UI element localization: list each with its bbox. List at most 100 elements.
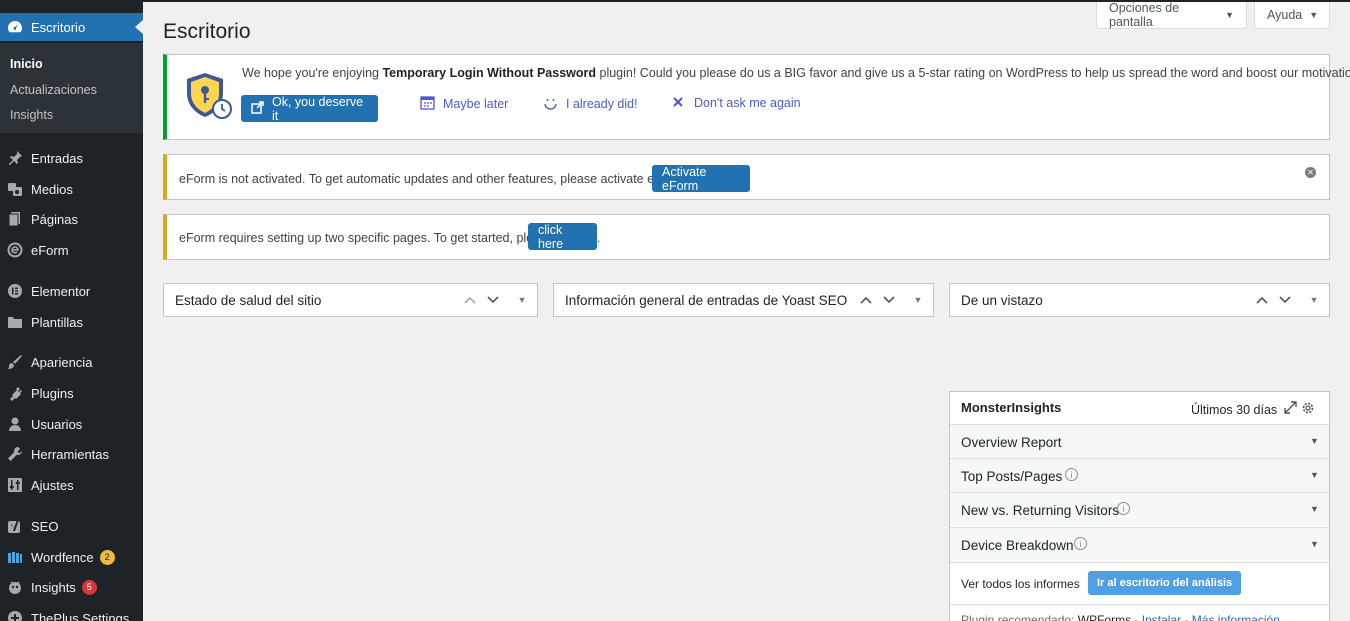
sidebar-item-eform[interactable]: eForm <box>0 235 143 265</box>
already-did-link[interactable]: I already did! <box>542 95 638 113</box>
move-down-icon[interactable] <box>485 292 501 308</box>
toggle-panel-icon[interactable]: ▼ <box>910 292 926 308</box>
move-up-icon[interactable] <box>1254 292 1270 308</box>
move-down-icon[interactable] <box>1277 292 1293 308</box>
expand-icon[interactable] <box>1284 401 1297 417</box>
sidebar-item-herramientas[interactable]: Herramientas <box>0 439 143 469</box>
dont-ask-again-link[interactable]: Don't ask me again <box>670 95 801 111</box>
folder-icon <box>7 314 23 330</box>
calendar-icon <box>419 95 435 113</box>
sidebar-item-plantillas[interactable]: Plantillas <box>0 307 143 337</box>
more-info-link[interactable]: Más información <box>1192 613 1280 621</box>
info-icon[interactable]: i <box>1117 502 1130 515</box>
reco-plugin-name: WPForms <box>1077 613 1132 621</box>
sidebar-item-label: Elementor <box>31 283 91 299</box>
insights-count-badge: 5 <box>81 579 97 595</box>
insights-icon <box>7 579 23 595</box>
move-up-icon[interactable] <box>858 292 874 308</box>
report-row-new-returning[interactable]: New vs. Returning Visitors i ▼ <box>950 492 1329 526</box>
postbox-title: Información general de entradas de Yoast… <box>565 293 848 308</box>
page-title: Escritorio <box>163 20 251 43</box>
eform-pages-text: eForm requires setting up two specific p… <box>179 231 554 245</box>
sidebar-item-dashboard[interactable]: Escritorio <box>0 13 143 41</box>
dismiss-notice-icon[interactable]: ✕ <box>1305 167 1316 178</box>
notice-text-after: plugin! Could you please do us a BIG fav… <box>596 66 1350 80</box>
sidebar-item-label: Entradas <box>31 150 84 166</box>
shield-key-icon <box>185 71 233 126</box>
plug-icon <box>7 385 23 401</box>
submenu-item-inicio[interactable]: Inicio <box>10 57 43 71</box>
report-row-overview[interactable]: Overview Report ▼ <box>950 424 1329 458</box>
pages-icon <box>7 211 23 227</box>
sidebar-item-apariencia[interactable]: Apariencia <box>0 347 143 377</box>
media-icon <box>7 181 23 197</box>
report-row-label: Top Posts/Pages <box>961 469 1063 484</box>
eform-pages-suffix: . <box>597 231 601 245</box>
chevron-down-icon: ▼ <box>1225 10 1234 20</box>
temp-login-notice-text: We hope you're enjoying Temporary Login … <box>242 66 1350 80</box>
toggle-panel-icon[interactable]: ▼ <box>1306 292 1322 308</box>
activate-eform-button[interactable]: Activate eForm <box>652 165 750 193</box>
theplus-icon <box>7 610 23 621</box>
maybe-later-link[interactable]: Maybe later <box>419 95 508 113</box>
settings-icon <box>7 477 23 493</box>
pin-icon <box>7 150 23 166</box>
sidebar-item-ajustes[interactable]: Ajustes <box>0 470 143 500</box>
ok-you-deserve-it-button[interactable]: Ok, you deserve it <box>241 95 378 123</box>
wrench-icon <box>7 446 23 462</box>
brush-icon <box>7 354 23 370</box>
toggle-panel-icon: ▼ <box>1310 504 1319 514</box>
postbox-yoast-overview: Información general de entradas de Yoast… <box>553 283 934 317</box>
reco-prefix: Plugin recomendado: <box>961 613 1075 621</box>
eform-activation-text: eForm is not activated. To get automatic… <box>179 172 687 186</box>
sidebar-item-insights[interactable]: Insights 5 <box>0 572 143 602</box>
sidebar-item-plugins[interactable]: Plugins <box>0 378 143 408</box>
maybe-later-label: Maybe later <box>443 97 509 111</box>
click-here-button[interactable]: click here <box>528 223 597 251</box>
info-icon[interactable]: i <box>1065 468 1078 481</box>
move-up-icon[interactable] <box>462 292 478 308</box>
sidebar-item-wordfence[interactable]: Wordfence 2 <box>0 542 143 572</box>
report-row-label: Device Breakdown <box>961 538 1074 553</box>
sidebar-item-label: Ajustes <box>31 477 74 493</box>
wordfence-count-badge: 2 <box>99 549 115 565</box>
widget-title: MonsterInsights <box>961 400 1062 415</box>
sidebar-item-entradas[interactable]: Entradas <box>0 143 143 173</box>
screen-options-button[interactable]: Opciones de pantalla ▼ <box>1096 1 1247 29</box>
report-row-top-posts[interactable]: Top Posts/Pages i ▼ <box>950 458 1329 492</box>
sidebar-item-paginas[interactable]: Páginas <box>0 204 143 234</box>
sidebar-item-seo[interactable]: SEO <box>0 511 143 541</box>
recommended-plugin-bar: Plugin recomendado: WPForms - Instalar -… <box>950 604 1329 621</box>
already-did-label: I already did! <box>566 97 638 111</box>
sidebar-item-medios[interactable]: Medios <box>0 174 143 204</box>
date-range-selector[interactable]: Últimos 30 días <box>1191 403 1277 417</box>
sidebar-item-label: Usuarios <box>31 416 83 432</box>
sidebar-item-label: Wordfence <box>31 549 94 565</box>
screen-options-label: Opciones de pantalla <box>1109 1 1180 29</box>
toggle-panel-icon[interactable]: ▼ <box>514 292 530 308</box>
move-down-icon[interactable] <box>881 292 897 308</box>
close-icon <box>670 95 686 111</box>
sidebar-item-label: Escritorio <box>31 19 86 35</box>
toggle-panel-icon: ▼ <box>1310 539 1319 549</box>
sidebar-item-label: Medios <box>31 181 73 197</box>
recommended-plugin-text: Plugin recomendado: WPForms - Instalar -… <box>961 613 1280 621</box>
install-link[interactable]: Instalar <box>1142 613 1181 621</box>
wordfence-icon <box>7 549 23 565</box>
analytics-dashboard-button[interactable]: Ir al escritorio del análisis <box>1088 571 1242 595</box>
postbox-site-health: Estado de salud del sitio ▼ <box>163 283 538 317</box>
report-row-device-breakdown[interactable]: Device Breakdown i ▼ <box>950 527 1329 561</box>
submenu-item-insights[interactable]: Insights <box>10 108 53 122</box>
sidebar-item-label: Plantillas <box>31 314 84 330</box>
submenu-item-actualizaciones[interactable]: Actualizaciones <box>10 83 97 97</box>
elementor-icon <box>7 283 23 299</box>
help-button[interactable]: Ayuda ▼ <box>1254 2 1330 29</box>
help-label: Ayuda <box>1267 8 1303 22</box>
sidebar-item-elementor[interactable]: Elementor <box>0 276 143 306</box>
sidebar-item-usuarios[interactable]: Usuarios <box>0 409 143 439</box>
info-icon[interactable]: i <box>1074 537 1087 550</box>
sidebar-item-label: SEO <box>31 518 59 534</box>
sidebar-item-theplus-settings[interactable]: ThePlus Settings <box>0 603 143 621</box>
gear-icon[interactable] <box>1301 401 1315 418</box>
dont-ask-label: Don't ask me again <box>694 96 801 110</box>
